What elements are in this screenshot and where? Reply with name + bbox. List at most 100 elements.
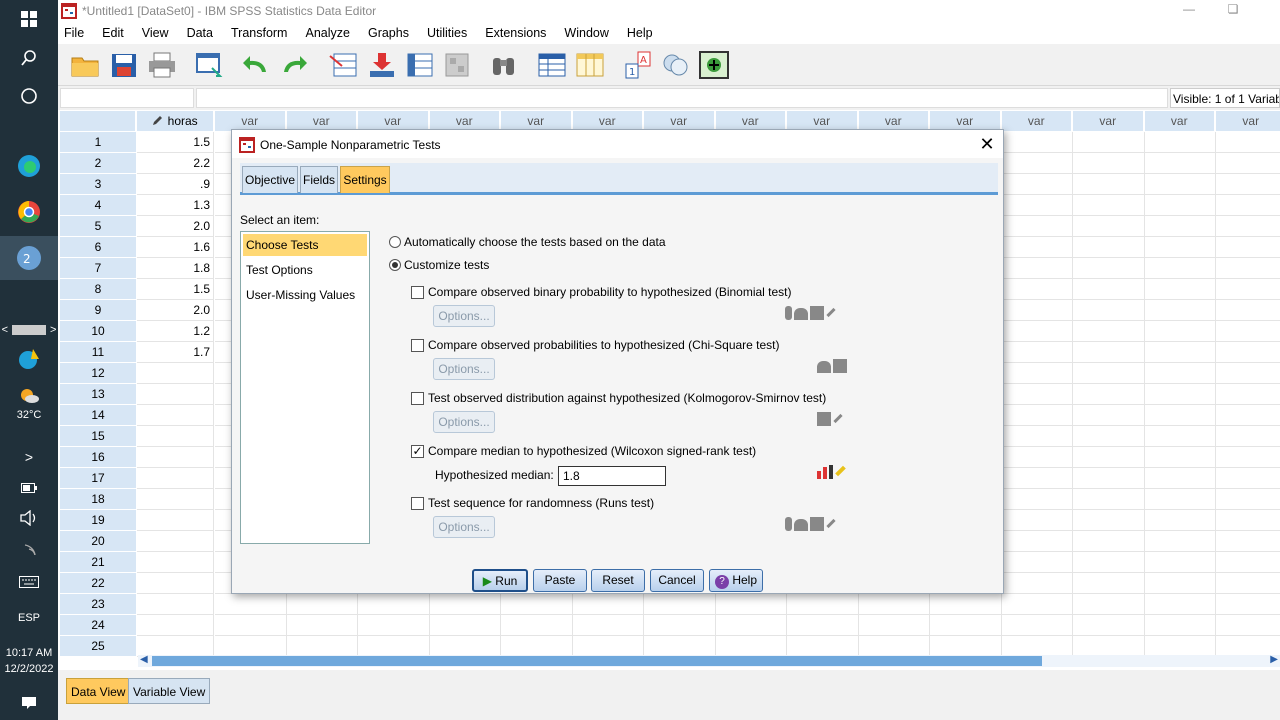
recall-dialog-icon[interactable] bbox=[194, 50, 226, 80]
empty-cell[interactable] bbox=[1144, 342, 1216, 363]
run-button[interactable]: ▶ Run bbox=[472, 569, 528, 592]
empty-cell[interactable] bbox=[1073, 510, 1145, 531]
empty-cell[interactable] bbox=[358, 594, 430, 615]
row-number[interactable]: 2 bbox=[60, 153, 136, 174]
maximize-icon[interactable]: ❏ bbox=[1210, 2, 1256, 20]
empty-cell[interactable] bbox=[715, 594, 787, 615]
empty-cell[interactable] bbox=[1216, 594, 1280, 615]
row-number[interactable]: 24 bbox=[60, 615, 136, 636]
empty-cell[interactable] bbox=[1216, 258, 1280, 279]
empty-cell[interactable] bbox=[1073, 552, 1145, 573]
empty-cell[interactable] bbox=[1001, 300, 1073, 321]
search-icon[interactable] bbox=[0, 46, 58, 70]
row-number[interactable]: 11 bbox=[60, 342, 136, 363]
empty-cell[interactable] bbox=[286, 615, 358, 636]
tab-fields[interactable]: Fields bbox=[300, 166, 338, 193]
empty-cell[interactable] bbox=[1144, 573, 1216, 594]
column-header-var[interactable]: var bbox=[715, 111, 786, 131]
empty-cell[interactable] bbox=[930, 594, 1002, 615]
cell-value-field[interactable] bbox=[196, 88, 1168, 108]
empty-cell[interactable] bbox=[1001, 195, 1073, 216]
empty-cell[interactable] bbox=[1073, 384, 1145, 405]
menu-utilities[interactable]: Utilities bbox=[427, 26, 467, 40]
row-number[interactable]: 21 bbox=[60, 552, 136, 573]
row-number[interactable]: 18 bbox=[60, 489, 136, 510]
column-header-var[interactable]: var bbox=[215, 111, 286, 131]
empty-cell[interactable] bbox=[1073, 405, 1145, 426]
empty-cell[interactable] bbox=[1001, 237, 1073, 258]
paste-button[interactable]: Paste bbox=[533, 569, 587, 592]
data-cell[interactable] bbox=[137, 615, 214, 636]
horizontal-scrollbar[interactable]: ◀ ▶ bbox=[138, 654, 1280, 667]
menu-file[interactable]: File bbox=[64, 26, 84, 40]
empty-cell[interactable] bbox=[1216, 237, 1280, 258]
run-descriptives-icon[interactable] bbox=[442, 50, 474, 80]
column-header-horas[interactable]: horas bbox=[137, 111, 214, 131]
column-header-var[interactable]: var bbox=[1073, 111, 1144, 131]
column-header-var[interactable]: var bbox=[429, 111, 500, 131]
data-cell[interactable] bbox=[137, 447, 214, 468]
data-cell[interactable] bbox=[137, 552, 214, 573]
close-icon[interactable]: ✕ bbox=[977, 134, 997, 154]
scroll-right-icon[interactable]: ▶ bbox=[1270, 654, 1278, 665]
empty-cell[interactable] bbox=[1216, 573, 1280, 594]
empty-cell[interactable] bbox=[1073, 363, 1145, 384]
data-cell[interactable]: 1.5 bbox=[137, 132, 214, 153]
empty-cell[interactable] bbox=[1001, 468, 1073, 489]
empty-cell[interactable] bbox=[1144, 195, 1216, 216]
menu-edit[interactable]: Edit bbox=[102, 26, 124, 40]
value-labels-icon[interactable]: A1 bbox=[622, 50, 654, 80]
cell-reference-field[interactable] bbox=[60, 88, 194, 108]
column-header-var[interactable]: var bbox=[501, 111, 572, 131]
empty-cell[interactable] bbox=[1144, 153, 1216, 174]
empty-cell[interactable] bbox=[1001, 594, 1073, 615]
clock-date[interactable]: 12/2/2022 bbox=[0, 662, 58, 676]
empty-cell[interactable] bbox=[1001, 258, 1073, 279]
undo-icon[interactable] bbox=[240, 50, 272, 80]
row-number[interactable]: 16 bbox=[60, 447, 136, 468]
menu-transform[interactable]: Transform bbox=[231, 26, 288, 40]
insert-variable-icon[interactable] bbox=[574, 50, 606, 80]
empty-cell[interactable] bbox=[1073, 258, 1145, 279]
minimize-icon[interactable]: — bbox=[1166, 2, 1212, 20]
task-view-icon[interactable] bbox=[0, 84, 58, 108]
row-number[interactable]: 12 bbox=[60, 363, 136, 384]
empty-cell[interactable] bbox=[1073, 426, 1145, 447]
empty-cell[interactable] bbox=[1144, 384, 1216, 405]
clock-time[interactable]: 10:17 AM bbox=[0, 646, 58, 660]
empty-cell[interactable] bbox=[1001, 279, 1073, 300]
menu-analyze[interactable]: Analyze bbox=[305, 26, 349, 40]
empty-cell[interactable] bbox=[1073, 531, 1145, 552]
goto-case-icon[interactable] bbox=[328, 50, 360, 80]
empty-cell[interactable] bbox=[1001, 510, 1073, 531]
empty-cell[interactable] bbox=[286, 636, 358, 657]
print-icon[interactable] bbox=[146, 50, 178, 80]
menu-window[interactable]: Window bbox=[564, 26, 608, 40]
empty-cell[interactable] bbox=[930, 636, 1002, 657]
empty-cell[interactable] bbox=[1144, 426, 1216, 447]
checkbox-binomial[interactable] bbox=[411, 286, 424, 299]
row-number[interactable]: 10 bbox=[60, 321, 136, 342]
menu-data[interactable]: Data bbox=[187, 26, 213, 40]
empty-cell[interactable] bbox=[215, 594, 287, 615]
empty-cell[interactable] bbox=[1001, 174, 1073, 195]
empty-cell[interactable] bbox=[1073, 237, 1145, 258]
column-header-var[interactable]: var bbox=[1001, 111, 1072, 131]
empty-cell[interactable] bbox=[1216, 552, 1280, 573]
data-cell[interactable]: 1.2 bbox=[137, 321, 214, 342]
empty-cell[interactable] bbox=[930, 615, 1002, 636]
chi-square-options-button[interactable]: Options... bbox=[433, 358, 495, 380]
row-number[interactable]: 13 bbox=[60, 384, 136, 405]
save-icon[interactable] bbox=[108, 50, 140, 80]
empty-cell[interactable] bbox=[1144, 258, 1216, 279]
empty-cell[interactable] bbox=[1216, 300, 1280, 321]
data-cell[interactable]: 1.6 bbox=[137, 237, 214, 258]
data-cell[interactable]: 2.0 bbox=[137, 300, 214, 321]
empty-cell[interactable] bbox=[1216, 510, 1280, 531]
ks-options-button[interactable]: Options... bbox=[433, 411, 495, 433]
data-cell[interactable] bbox=[137, 594, 214, 615]
chrome-browser-icon[interactable] bbox=[0, 198, 58, 226]
reset-button[interactable]: Reset bbox=[591, 569, 645, 592]
empty-cell[interactable] bbox=[572, 615, 644, 636]
empty-cell[interactable] bbox=[572, 636, 644, 657]
